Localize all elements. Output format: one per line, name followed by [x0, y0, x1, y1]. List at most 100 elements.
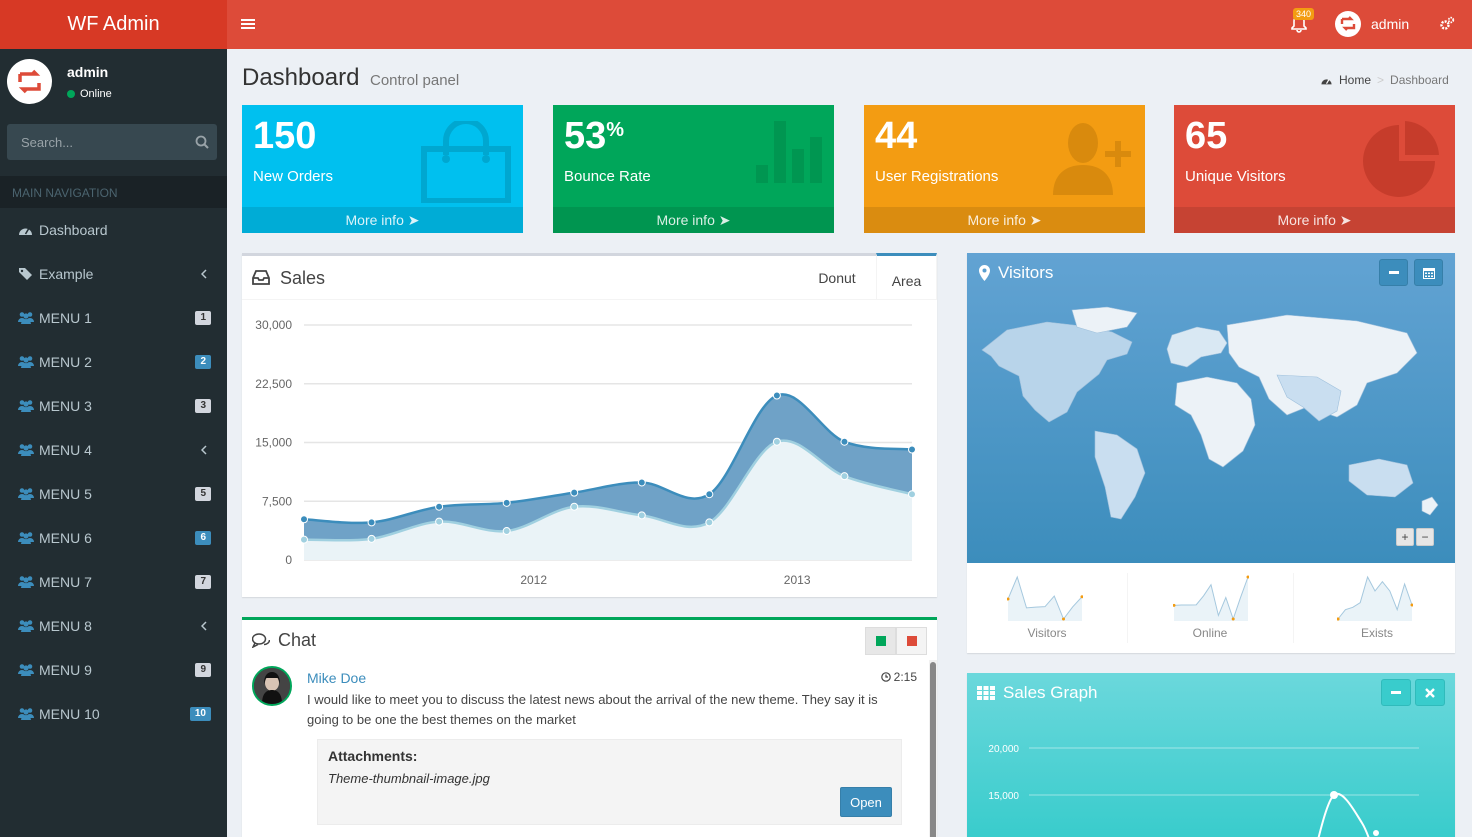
sidebar-item-menu-8[interactable]: MENU 8 — [0, 604, 227, 648]
sidebar-item-menu-4[interactable]: MENU 4 — [0, 428, 227, 472]
more-info-link[interactable]: More info ➤ — [242, 207, 523, 233]
top-navbar: 340 admin — [227, 0, 1472, 49]
chat-attachment: Attachments: Theme-thumbnail-image.jpg O… — [317, 739, 902, 825]
chat-scrollbar[interactable] — [929, 660, 937, 837]
sales-box: Sales Donut Area 30,000 22,500 15,000 7,500… — [242, 253, 937, 597]
data-point — [502, 498, 511, 507]
y-tick-label: 0 — [285, 553, 292, 567]
data-point — [637, 511, 646, 520]
collapse-button[interactable] — [1381, 679, 1411, 706]
hamburger-menu-icon[interactable] — [241, 17, 255, 31]
data-point — [908, 445, 916, 454]
y-tick-label: 30,000 — [255, 318, 292, 332]
open-attachment-button[interactable]: Open — [840, 787, 892, 817]
visitors-title: Visitors — [998, 263, 1054, 282]
y-tick-label: 15,000 — [255, 436, 292, 450]
stat-box-user-registrations: 44 User Registrations More info ➤ — [864, 105, 1145, 233]
sales-line-chart: 20,000 15,000 — [988, 744, 1419, 837]
sidebar-avatar — [7, 59, 52, 104]
sidebar-username: admin — [67, 64, 109, 80]
data-point — [300, 515, 308, 524]
chat-time: 2:15 — [880, 670, 917, 684]
world-map — [981, 306, 1439, 520]
breadcrumb-home[interactable]: Home — [1339, 73, 1371, 87]
data-point — [705, 490, 714, 499]
close-button[interactable] — [1415, 679, 1445, 706]
menu-badge: 1 — [195, 311, 211, 325]
sidebar-item-menu-6[interactable]: MENU 6 6 — [0, 516, 227, 560]
map-zoom-in-button[interactable]: + — [1396, 528, 1414, 546]
clock-icon — [880, 672, 891, 682]
sidebar-search-input[interactable]: Search... — [7, 124, 217, 160]
calendar-button[interactable] — [1414, 259, 1443, 286]
user-avatar[interactable] — [1335, 11, 1361, 37]
chat-status-toggle — [865, 627, 927, 655]
data-point — [705, 518, 714, 527]
stat-value: 150 — [253, 115, 317, 157]
sidebar-item-menu-5[interactable]: MENU 5 5 — [0, 472, 227, 516]
comments-icon — [252, 633, 270, 648]
gears-icon[interactable] — [1439, 16, 1455, 32]
status-offline-button[interactable] — [896, 627, 927, 655]
users-icon — [18, 576, 34, 588]
menu-badge: 3 — [195, 399, 211, 413]
data-point — [637, 478, 646, 487]
search-icon[interactable] — [195, 135, 209, 149]
app-logo[interactable]: WF Admin — [0, 0, 227, 49]
tags-icon — [19, 268, 32, 280]
nav-header: MAIN NAVIGATION — [0, 176, 227, 208]
chat-user-name[interactable]: Mike Doe — [307, 670, 366, 686]
map-zoom-out-button[interactable]: − — [1416, 528, 1434, 546]
tab-donut[interactable]: Donut — [802, 253, 872, 299]
sparkline-area — [1338, 577, 1412, 621]
data-point — [908, 490, 916, 499]
sales-graph-box: Sales Graph 20,000 15,000 — [967, 673, 1455, 837]
data-point — [435, 502, 444, 511]
users-icon — [18, 488, 34, 500]
users-icon — [18, 532, 34, 544]
sales-graph-title: Sales Graph — [1003, 683, 1098, 702]
sidebar-item-menu-1[interactable]: MENU 1 1 — [0, 296, 227, 340]
scrollbar-thumb[interactable] — [930, 662, 936, 837]
stat-label: Unique Visitors — [1185, 168, 1286, 185]
sparkline-chart — [1007, 575, 1083, 621]
collapse-button[interactable] — [1379, 259, 1408, 286]
sidebar-item-menu-3[interactable]: MENU 3 3 — [0, 384, 227, 428]
sidebar-item-menu-9[interactable]: MENU 9 9 — [0, 648, 227, 692]
pie-chart-icon — [1363, 121, 1439, 197]
users-icon — [18, 444, 34, 456]
data-point — [502, 527, 511, 536]
chat-message-text: I would like to meet you to discuss the … — [307, 692, 878, 727]
tab-area[interactable]: Area — [876, 253, 937, 299]
data-point — [300, 535, 308, 544]
sidebar-item-menu-10[interactable]: MENU 10 10 — [0, 692, 227, 736]
square-red-icon — [906, 636, 917, 646]
chevron-left-icon — [201, 621, 207, 631]
sidebar-item-dashboard[interactable]: Dashboard — [0, 208, 227, 252]
more-info-link[interactable]: More info ➤ — [553, 207, 834, 233]
minus-icon — [1388, 271, 1399, 274]
visitors-map-panel: Visitors + − — [967, 253, 1455, 563]
shopping-bag-icon — [421, 121, 511, 203]
sparkline-chart — [1173, 575, 1249, 621]
data-point — [1330, 791, 1338, 799]
menu-badge: 10 — [189, 707, 211, 721]
status-online-button[interactable] — [865, 627, 896, 655]
more-info-link[interactable]: More info ➤ — [1174, 207, 1455, 233]
page-title: Dashboard — [242, 64, 360, 91]
stat-label: Bounce Rate — [564, 168, 651, 185]
data-point — [435, 517, 444, 526]
chat-box: Chat Mike Doe 2:15 I would like to meet … — [242, 617, 937, 837]
topbar-username[interactable]: admin — [1371, 16, 1409, 32]
data-point — [570, 502, 579, 511]
grid-icon — [977, 686, 995, 700]
sidebar-item-menu-7[interactable]: MENU 7 7 — [0, 560, 227, 604]
attachments-title: Attachments: — [328, 748, 418, 764]
sparkline-chart — [1337, 575, 1413, 621]
sidebar-item-menu-2[interactable]: MENU 2 2 — [0, 340, 227, 384]
online-sparkline: Online — [1130, 568, 1290, 648]
y-tick-label: 15,000 — [988, 791, 1019, 802]
more-info-link[interactable]: More info ➤ — [864, 207, 1145, 233]
square-green-icon — [875, 636, 886, 646]
sidebar-item-example[interactable]: Example — [0, 252, 227, 296]
